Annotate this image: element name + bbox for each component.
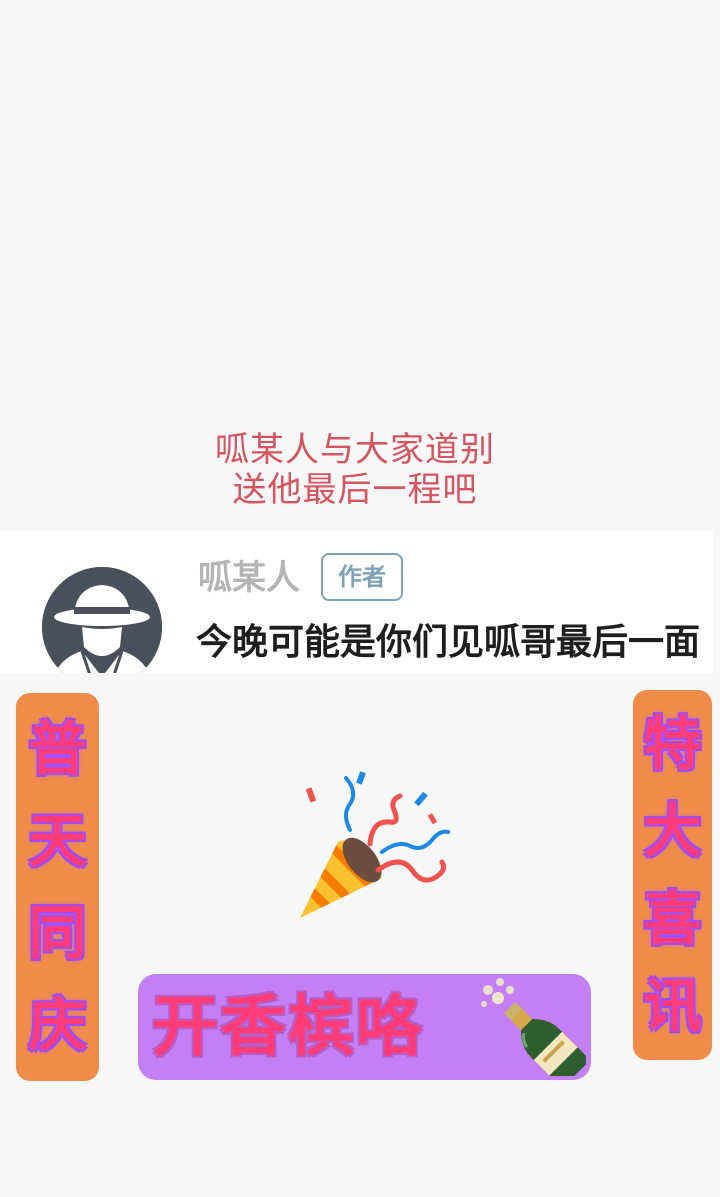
right-couplet-banner: 特 大 喜 讯 — [633, 690, 712, 1060]
left-couplet-banner: 普 天 同 庆 — [16, 693, 99, 1081]
comment-username[interactable]: 呱某人 — [198, 557, 300, 599]
caption-line-2: 送他最后一程吧 — [232, 470, 478, 510]
champagne-text: 开香槟咯 — [152, 987, 424, 1065]
left-banner-char: 普 — [28, 715, 87, 783]
comment-text: 今晚可能是你们见呱哥最后一面 — [196, 622, 701, 663]
left-banner-char: 庆 — [28, 991, 87, 1059]
party-popper-icon — [300, 771, 450, 918]
comment-card: 呱某人 作者 今晚可能是你们见呱哥最后一面 — [0, 531, 713, 673]
right-banner-char: 特 — [643, 709, 702, 778]
right-banner-char: 喜 — [643, 884, 702, 953]
detective-avatar-icon — [42, 567, 162, 673]
caption-line-1: 呱某人与大家道别 — [215, 430, 495, 470]
author-badge: 作者 — [321, 553, 403, 601]
right-banner-char: 讯 — [643, 972, 702, 1041]
left-banner-char: 天 — [28, 807, 87, 875]
champagne-banner: 开香槟咯 — [138, 974, 591, 1080]
avatar[interactable] — [42, 567, 162, 673]
champagne-bottle-icon — [481, 978, 586, 1076]
left-banner-char: 同 — [28, 899, 87, 967]
right-banner-char: 大 — [643, 797, 702, 866]
